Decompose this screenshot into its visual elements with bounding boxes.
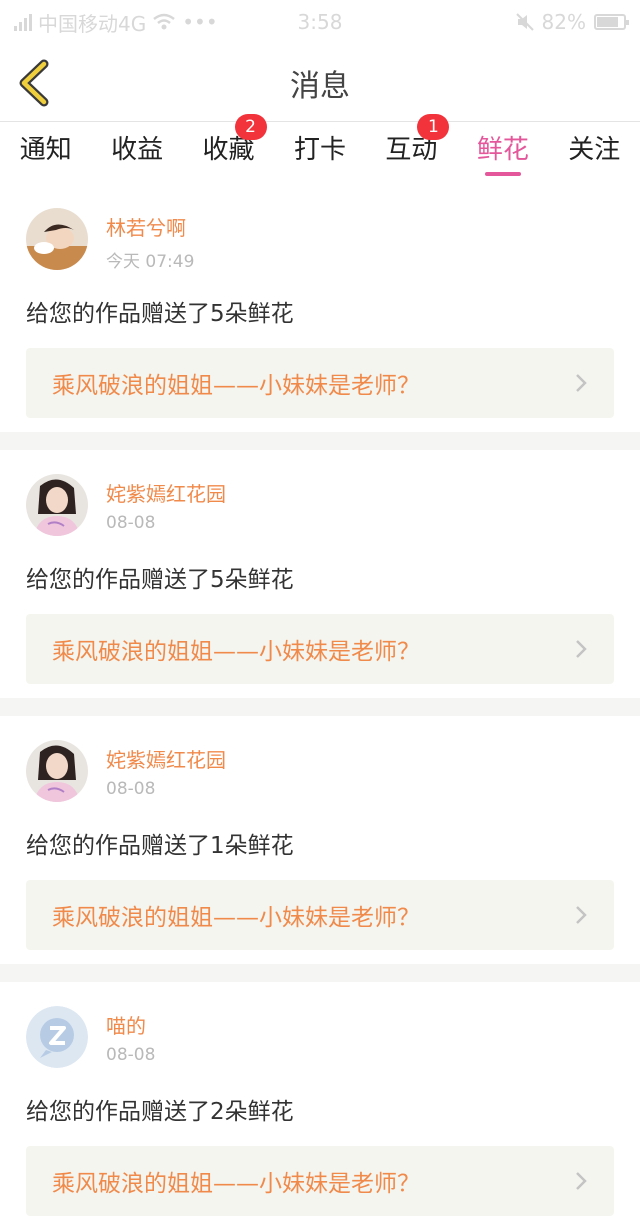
message-text: 给您的作品赠送了1朵鲜花 — [26, 833, 294, 859]
timestamp: 08-08 — [106, 513, 156, 533]
avatar[interactable] — [26, 208, 88, 270]
work-title: 乘风破浪的姐姐——小妹妹是老师？ — [52, 1171, 420, 1197]
battery-icon — [594, 14, 629, 30]
page-title: 消息 — [290, 68, 350, 104]
wifi-icon — [153, 13, 176, 30]
work-title: 乘风破浪的姐姐——小妹妹是老师？ — [52, 373, 420, 399]
work-title: 乘风破浪的姐姐——小妹妹是老师？ — [52, 905, 420, 931]
message-card: 姹紫嫣红花园 08-08 给您的作品赠送了1朵鲜花 乘风破浪的姐姐——小妹妹是老… — [0, 716, 640, 964]
back-button[interactable] — [14, 58, 60, 108]
nav-header: 消息 — [0, 44, 640, 122]
work-title: 乘风破浪的姐姐——小妹妹是老师？ — [52, 639, 420, 665]
flower-message-list: 林若兮啊 今天 07:49 给您的作品赠送了5朵鲜花 乘风破浪的姐姐——小妹妹是… — [0, 184, 640, 1232]
chevron-right-icon — [576, 906, 587, 924]
carrier-label: 中国移动4G — [38, 11, 147, 36]
message-card: 姹紫嫣红花园 08-08 给您的作品赠送了5朵鲜花 乘风破浪的姐姐——小妹妹是老… — [0, 450, 640, 698]
chevron-right-icon — [576, 374, 587, 392]
tab-follow[interactable]: 关注 — [549, 122, 640, 184]
message-text: 给您的作品赠送了5朵鲜花 — [26, 301, 294, 327]
work-link[interactable]: 乘风破浪的姐姐——小妹妹是老师？ — [26, 1146, 614, 1216]
default-avatar-icon[interactable] — [26, 1006, 88, 1068]
message-card: 林若兮啊 今天 07:49 给您的作品赠送了5朵鲜花 乘风破浪的姐姐——小妹妹是… — [0, 184, 640, 432]
tab-checkin[interactable]: 打卡 — [274, 122, 365, 184]
username[interactable]: 姹紫嫣红花园 — [106, 478, 226, 507]
avatar[interactable] — [26, 740, 88, 802]
tab-label: 关注 — [568, 135, 621, 165]
work-link[interactable]: 乘风破浪的姐姐——小妹妹是老师？ — [26, 348, 614, 418]
tab-label: 鲜花 — [476, 135, 529, 165]
tab-bar: 通知 收益 收藏 2 打卡 互动 1 鲜花 关注 — [0, 114, 640, 184]
username[interactable]: 姹紫嫣红花园 — [106, 744, 226, 773]
message-text: 给您的作品赠送了2朵鲜花 — [26, 1099, 294, 1125]
timestamp: 08-08 — [106, 779, 156, 799]
tab-notice[interactable]: 通知 — [0, 122, 91, 184]
tab-interaction[interactable]: 互动 1 — [366, 114, 457, 184]
unread-badge: 1 — [417, 114, 450, 140]
username[interactable]: 林若兮啊 — [106, 212, 194, 241]
unread-badge: 2 — [234, 114, 267, 140]
back-chevron-icon — [19, 59, 49, 107]
tab-flowers[interactable]: 鲜花 — [457, 122, 548, 184]
timestamp: 08-08 — [106, 1045, 156, 1065]
tab-label: 通知 — [19, 135, 72, 165]
chevron-right-icon — [576, 1172, 587, 1190]
message-card: 喵的 08-08 给您的作品赠送了2朵鲜花 乘风破浪的姐姐——小妹妹是老师？ — [0, 982, 640, 1232]
tab-favorites[interactable]: 收藏 2 — [183, 114, 274, 184]
signal-icon — [14, 13, 32, 31]
username[interactable]: 喵的 — [106, 1010, 155, 1039]
message-text: 给您的作品赠送了5朵鲜花 — [26, 567, 294, 593]
mute-icon — [515, 13, 534, 31]
status-bar: 中国移动4G ••• 3:58 82% — [0, 0, 640, 44]
battery-percent: 82% — [541, 10, 586, 34]
more-dots-icon: ••• — [182, 10, 218, 34]
tab-label: 收益 — [111, 135, 164, 165]
avatar[interactable] — [26, 474, 88, 536]
timestamp: 今天 07:49 — [106, 252, 195, 272]
tab-earnings[interactable]: 收益 — [91, 122, 182, 184]
work-link[interactable]: 乘风破浪的姐姐——小妹妹是老师？ — [26, 614, 614, 684]
chevron-right-icon — [576, 640, 587, 658]
work-link[interactable]: 乘风破浪的姐姐——小妹妹是老师？ — [26, 880, 614, 950]
tab-label: 打卡 — [293, 135, 346, 165]
